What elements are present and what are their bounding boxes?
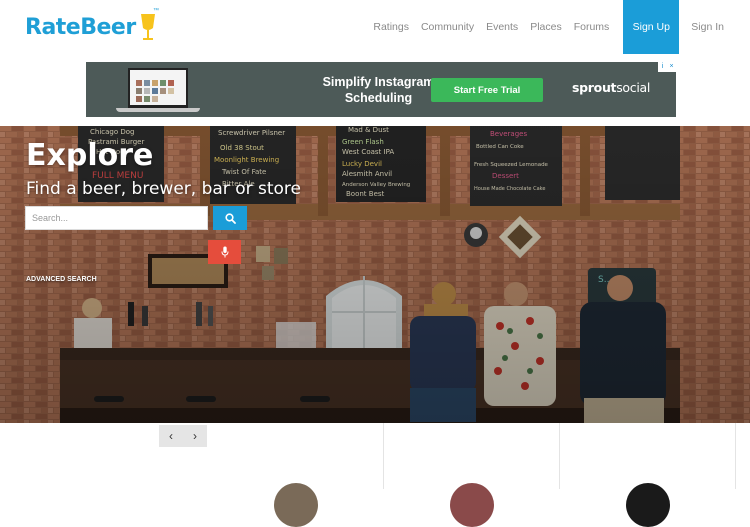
search-button[interactable] xyxy=(213,206,247,230)
ad-cta-button[interactable]: Start Free Trial xyxy=(431,78,543,102)
nav-forums[interactable]: Forums xyxy=(568,0,616,54)
signin-button[interactable]: Sign In xyxy=(685,0,730,54)
column-divider xyxy=(383,423,384,489)
laptop-illustration xyxy=(110,68,200,112)
ad-headline: Simplify Instagram Scheduling xyxy=(322,75,435,105)
microphone-icon xyxy=(221,246,228,258)
avatar[interactable] xyxy=(626,483,670,527)
ad-info-icon[interactable]: i xyxy=(658,62,667,72)
carousel-next-button[interactable]: › xyxy=(183,425,207,447)
featured-carousel: ‹ › xyxy=(0,423,750,527)
column-divider xyxy=(735,423,736,489)
signup-button[interactable]: Sign Up xyxy=(623,0,680,54)
column-divider xyxy=(559,423,560,489)
ratebeer-logo[interactable]: RateBeer xyxy=(25,10,157,44)
beer-glass-icon xyxy=(140,14,155,40)
avatar[interactable] xyxy=(450,483,494,527)
hero-section: Chicago Dog Pastrami Burger Hot Dog FULL… xyxy=(0,126,750,423)
hero-subtitle: Find a beer, brewer, bar or store xyxy=(26,179,301,199)
nav-places[interactable]: Places xyxy=(524,0,568,54)
ad-banner[interactable]: Simplify Instagram Scheduling Start Free… xyxy=(86,62,676,117)
search-icon xyxy=(224,212,236,224)
nav-events[interactable]: Events xyxy=(480,0,524,54)
logo-text: RateBeer xyxy=(25,14,136,40)
ad-brand-logo: sproutsocial xyxy=(572,80,651,95)
carousel-pager: ‹ › xyxy=(159,425,207,447)
site-header: RateBeer ™ Ratings Community Events Plac… xyxy=(0,0,750,54)
ad-close-icon[interactable]: × xyxy=(667,62,676,72)
search-input[interactable]: Search... xyxy=(25,206,208,230)
nav-ratings[interactable]: Ratings xyxy=(367,0,415,54)
hero-title: Explore xyxy=(26,138,154,173)
nav-community[interactable]: Community xyxy=(415,0,480,54)
ad-choices[interactable]: i × xyxy=(658,62,676,72)
avatar[interactable] xyxy=(274,483,318,527)
voice-search-button[interactable] xyxy=(208,240,241,264)
main-nav: Ratings Community Events Places Forums S… xyxy=(367,0,750,54)
advanced-search-link[interactable]: ADVANCED SEARCH xyxy=(26,276,97,283)
logo-trademark: ™ xyxy=(153,8,159,14)
carousel-prev-button[interactable]: ‹ xyxy=(159,425,183,447)
